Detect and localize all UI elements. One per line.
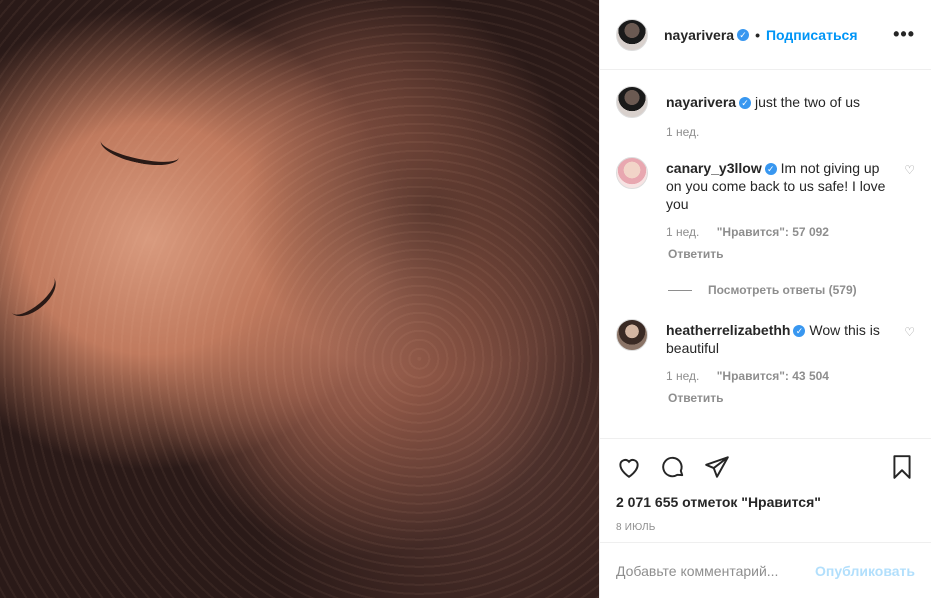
publish-button[interactable]: Опубликовать bbox=[815, 563, 915, 579]
author-info: nayarivera ✓ • Подписаться bbox=[664, 27, 858, 43]
view-replies-line bbox=[668, 289, 692, 291]
post-header: nayarivera ✓ • Подписаться ••• bbox=[600, 0, 931, 70]
post-sidebar: nayarivera ✓ • Подписаться ••• nayariver… bbox=[599, 0, 931, 598]
caption-text-line: nayarivera ✓ just the two of us bbox=[666, 93, 897, 111]
comment-meta: 1 нед. "Нравится": 43 504 bbox=[666, 369, 897, 383]
comment-likes[interactable]: "Нравится": 43 504 bbox=[717, 369, 829, 383]
photo-hair-texture bbox=[0, 0, 599, 598]
more-icon[interactable]: ••• bbox=[893, 24, 915, 45]
caption: nayarivera ✓ just the two of us 1 нед. bbox=[616, 86, 915, 139]
caption-meta: 1 нед. bbox=[666, 125, 897, 139]
verified-badge-icon: ✓ bbox=[737, 28, 750, 41]
comment-username[interactable]: canary_y3llow bbox=[666, 160, 762, 176]
author-avatar[interactable] bbox=[616, 86, 648, 118]
heart-icon[interactable] bbox=[616, 454, 642, 480]
comment-likes[interactable]: "Нравится": 57 092 bbox=[717, 225, 829, 239]
post-photo[interactable] bbox=[0, 0, 599, 598]
caption-username[interactable]: nayarivera bbox=[666, 94, 736, 110]
verified-badge-icon: ✓ bbox=[793, 325, 806, 338]
comment-input[interactable]: Добавьте комментарий... bbox=[616, 563, 815, 579]
comment-text-line: canary_y3llow ✓ Im not giving up on you c… bbox=[666, 159, 897, 213]
comment-body: canary_y3llow ✓ Im not giving up on you c… bbox=[666, 157, 915, 261]
share-icon[interactable] bbox=[704, 454, 730, 480]
separator-dot: • bbox=[755, 26, 760, 43]
comment-like-heart-icon[interactable]: ♡ bbox=[904, 163, 915, 177]
author-avatar[interactable] bbox=[616, 18, 648, 51]
comment-item: canary_y3llow ✓ Im not giving up on you c… bbox=[616, 157, 915, 261]
add-comment-bar: Добавьте комментарий... Опубликовать bbox=[600, 542, 931, 598]
view-replies-label: Посмотреть ответы (579) bbox=[708, 283, 857, 297]
reply-button[interactable]: Ответить bbox=[668, 247, 897, 261]
comment-time[interactable]: 1 нед. bbox=[666, 225, 699, 239]
author-username[interactable]: nayarivera bbox=[664, 27, 734, 43]
instagram-post-view: nayarivera ✓ • Подписаться ••• nayariver… bbox=[0, 0, 931, 598]
caption-text: just the two of us bbox=[754, 94, 861, 110]
reply-button[interactable]: Ответить bbox=[668, 391, 897, 405]
comment-like-heart-icon[interactable]: ♡ bbox=[904, 325, 915, 339]
caption-body: nayarivera ✓ just the two of us 1 нед. bbox=[666, 86, 915, 139]
comment-time[interactable]: 1 нед. bbox=[666, 369, 699, 383]
comment-item: heatherrelizabethh ✓ Wow this is beautifu… bbox=[616, 319, 915, 405]
commenter-avatar[interactable] bbox=[616, 319, 648, 351]
post-actions bbox=[600, 438, 931, 494]
likes-count[interactable]: 2 071 655 отметок "Нравится" bbox=[600, 494, 931, 516]
verified-badge-icon: ✓ bbox=[739, 97, 752, 110]
comment-username[interactable]: heatherrelizabethh bbox=[666, 322, 790, 338]
commenter-avatar[interactable] bbox=[616, 157, 648, 189]
comment-meta: 1 нед. "Нравится": 57 092 bbox=[666, 225, 897, 239]
post-date[interactable]: 8 ИЮЛЬ bbox=[600, 516, 931, 542]
comment-body: heatherrelizabethh ✓ Wow this is beautifu… bbox=[666, 319, 915, 405]
bookmark-icon[interactable] bbox=[889, 454, 915, 480]
view-replies-button[interactable]: Посмотреть ответы (579) bbox=[668, 283, 915, 297]
follow-button[interactable]: Подписаться bbox=[766, 27, 858, 43]
comment-icon[interactable] bbox=[660, 454, 686, 480]
comment-text-line: heatherrelizabethh ✓ Wow this is beautifu… bbox=[666, 321, 897, 357]
verified-badge-icon: ✓ bbox=[764, 163, 777, 176]
caption-time[interactable]: 1 нед. bbox=[666, 125, 699, 139]
comments-list: nayarivera ✓ just the two of us 1 нед. ca… bbox=[600, 70, 931, 438]
